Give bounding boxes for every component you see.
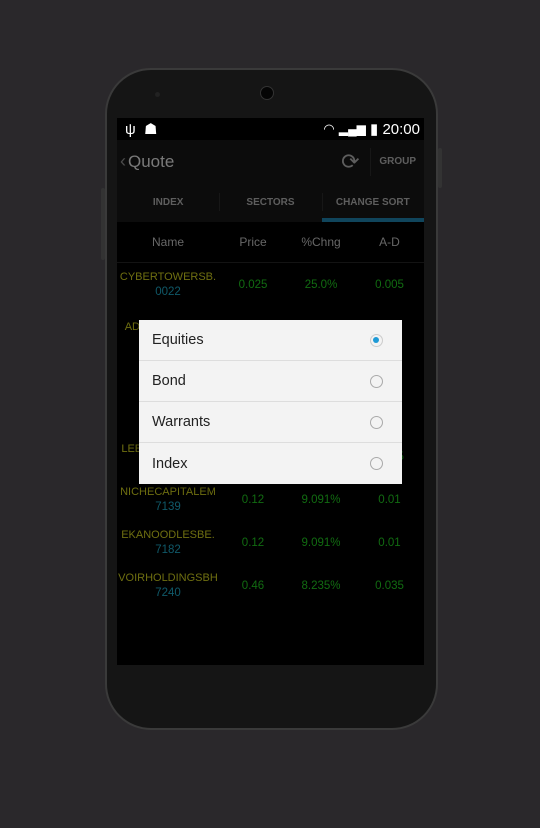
- android-icon: ☗: [144, 121, 158, 138]
- signal-icon: ▂▄▆: [338, 122, 366, 136]
- tab-bar: INDEX SECTORS CHANGE SORT: [117, 183, 424, 222]
- radio-icon[interactable]: [370, 457, 383, 470]
- option-warrants[interactable]: Warrants: [139, 402, 402, 443]
- table-row[interactable]: VOIRHOLDINGSBH 7240 0.46 8.235% 0.035: [117, 564, 424, 607]
- col-change[interactable]: %Chng: [287, 235, 355, 249]
- option-label: Index: [152, 455, 188, 472]
- table-row[interactable]: EKANOODLESBE. 7182 0.12 9.091% 0.01: [117, 521, 424, 564]
- earpiece: [260, 86, 274, 100]
- stock-cell: NICHECAPITALEM 7139: [117, 485, 219, 515]
- sensor: [155, 92, 160, 97]
- tab-sectors[interactable]: SECTORS: [219, 183, 321, 222]
- percent-change: 9.091%: [301, 536, 341, 549]
- clock: 20:00: [382, 120, 420, 138]
- option-bond[interactable]: Bond: [139, 361, 402, 402]
- stock-code: 0022: [155, 285, 181, 298]
- stock-name: NICHECAPITALEM: [120, 485, 216, 498]
- status-bar: ψ ☗ ◠ ▂▄▆ ▮ 20:00: [117, 118, 424, 140]
- table-header: Name Price %Chng A-D: [117, 222, 424, 263]
- option-label: Equities: [152, 332, 204, 348]
- table-row[interactable]: NICHECAPITALEM 7139 0.12 9.091% 0.01: [117, 478, 424, 521]
- tab-change-sort[interactable]: CHANGE SORT: [321, 183, 424, 222]
- radio-icon[interactable]: [370, 374, 383, 388]
- stock-code: 7182: [155, 543, 181, 556]
- stock-cell: VOIRHOLDINGSBH 7240: [117, 571, 219, 601]
- stock-cell: EKANOODLESBE. 7182: [117, 528, 219, 558]
- stock-name: VOIRHOLDINGSBH: [118, 571, 218, 584]
- tab-index[interactable]: INDEX: [117, 183, 219, 222]
- wifi-icon: ◠: [323, 121, 335, 136]
- stock-name: EKANOODLESBE.: [121, 528, 215, 541]
- table-row[interactable]: CYBERTOWERSB. 0022 0.025 25.0% 0.005: [117, 263, 424, 306]
- back-button[interactable]: ‹: [117, 151, 126, 172]
- price: 0.12: [241, 493, 265, 506]
- percent-change: 25.0%: [304, 278, 338, 291]
- power-button: [438, 148, 442, 188]
- stock-code: 7240: [155, 586, 181, 599]
- radio-selected-icon[interactable]: [370, 333, 383, 347]
- advance-decline: 0.01: [378, 536, 401, 549]
- option-label: Bond: [152, 373, 186, 389]
- battery-icon: ▮: [370, 121, 379, 138]
- price: 0.46: [241, 579, 265, 592]
- percent-change: 8.235%: [301, 579, 341, 592]
- stock-code: 7139: [155, 500, 181, 513]
- col-ad[interactable]: A-D: [355, 235, 424, 249]
- advance-decline: 0.01: [378, 493, 401, 506]
- option-index[interactable]: Index: [139, 443, 402, 484]
- radio-icon[interactable]: [370, 415, 383, 429]
- page-title: Quote: [128, 151, 175, 171]
- usb-icon: ψ: [125, 120, 136, 138]
- group-button[interactable]: GROUP: [370, 147, 424, 176]
- stock-name: CYBERTOWERSB.: [119, 270, 217, 283]
- refresh-icon[interactable]: ⟳: [330, 149, 370, 175]
- advance-decline: 0.035: [375, 579, 404, 592]
- sort-dialog: Equities Bond Warrants Index: [139, 320, 402, 484]
- option-label: Warrants: [152, 414, 211, 430]
- col-price[interactable]: Price: [219, 235, 287, 249]
- price: 0.12: [241, 536, 265, 549]
- option-equities[interactable]: Equities: [139, 320, 402, 361]
- price: 0.025: [238, 278, 268, 291]
- col-name[interactable]: Name: [117, 235, 219, 249]
- action-bar: ‹ Quote ⟳ GROUP: [117, 140, 424, 183]
- advance-decline: 0.005: [375, 278, 404, 291]
- stock-cell: CYBERTOWERSB. 0022: [117, 270, 219, 300]
- percent-change: 9.091%: [301, 493, 341, 506]
- volume-button: [101, 188, 105, 260]
